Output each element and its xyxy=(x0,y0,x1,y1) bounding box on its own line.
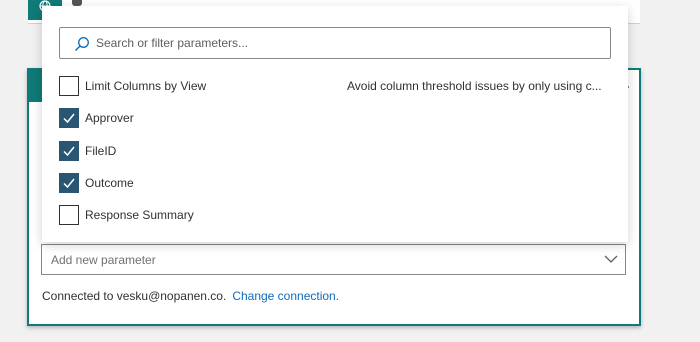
option-label: Limit Columns by View xyxy=(85,79,207,93)
add-parameter-placeholder: Add new parameter xyxy=(51,253,156,267)
search-box[interactable] xyxy=(59,27,611,59)
option-response-summary[interactable]: Response Summary xyxy=(59,205,619,227)
parameter-dropdown-panel: Limit Columns by View Avoid column thres… xyxy=(42,6,628,242)
option-approver[interactable]: Approver xyxy=(59,108,619,130)
search-icon xyxy=(74,37,89,52)
checkmark-icon xyxy=(63,178,75,189)
option-limit-columns-by-view[interactable]: Limit Columns by View Avoid column thres… xyxy=(59,76,619,98)
option-description: Avoid column threshold issues by only us… xyxy=(347,79,602,93)
action-icon xyxy=(29,70,43,102)
checkbox-checked[interactable] xyxy=(59,141,79,161)
connection-text: Connected to vesku@nopanen.co. xyxy=(42,289,227,303)
connection-info: Connected to vesku@nopanen.co. Change con… xyxy=(42,289,339,303)
option-outcome[interactable]: Outcome xyxy=(59,173,619,195)
checkbox[interactable] xyxy=(59,205,79,225)
checkbox[interactable] xyxy=(59,76,79,96)
option-label: Response Summary xyxy=(85,208,194,222)
change-connection-link[interactable]: Change connection. xyxy=(232,289,339,303)
search-input[interactable] xyxy=(96,33,596,53)
add-new-parameter-dropdown[interactable]: Add new parameter xyxy=(41,244,626,275)
chevron-down-icon xyxy=(604,255,618,263)
option-label: Approver xyxy=(85,111,134,125)
checkbox-checked[interactable] xyxy=(59,173,79,193)
option-label: Outcome xyxy=(85,176,134,190)
option-label: FileID xyxy=(85,144,117,158)
checkmark-icon xyxy=(63,113,75,124)
option-fileid[interactable]: FileID xyxy=(59,141,619,163)
checkbox-checked[interactable] xyxy=(59,108,79,128)
checkmark-icon xyxy=(63,146,75,157)
